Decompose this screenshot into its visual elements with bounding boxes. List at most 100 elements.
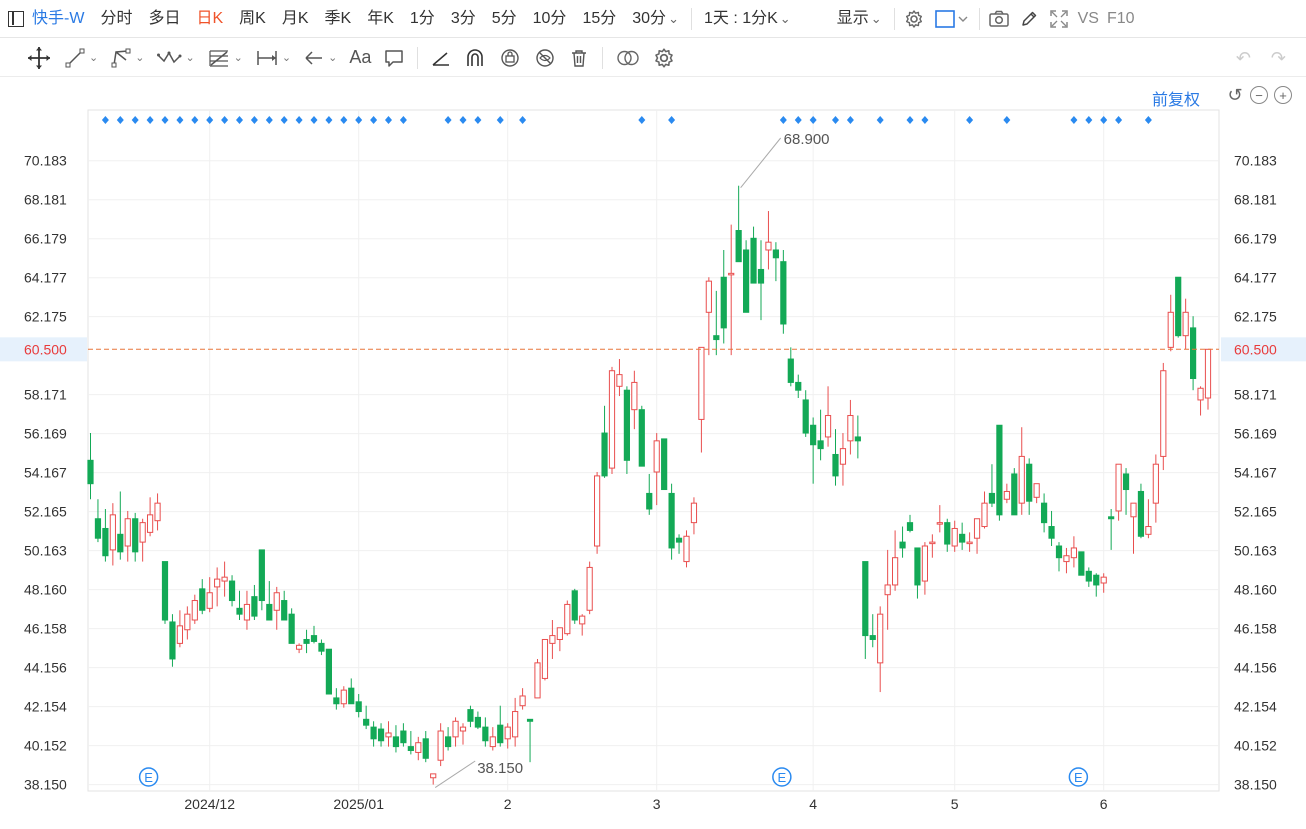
candle-body-down	[1011, 473, 1018, 516]
period-intraday[interactable]: 分时	[92, 0, 140, 38]
y-tick-label-left: 56.169	[24, 426, 67, 442]
y-tick-label-right: 48.160	[1234, 582, 1277, 598]
period-season-k[interactable]: 季K	[317, 0, 360, 38]
signal-marker-icon	[161, 116, 169, 124]
candle-body-down	[1055, 545, 1063, 559]
candle-body-down	[638, 409, 645, 467]
undo-icon[interactable]: ↶	[1236, 48, 1251, 69]
candle-body-up	[594, 475, 601, 547]
x-tick-label: 4	[809, 796, 817, 812]
signal-marker-icon	[496, 116, 504, 124]
period-day-k[interactable]: 日K	[188, 0, 231, 38]
signal-marker-icon	[399, 116, 407, 124]
candle-body-down	[94, 518, 102, 539]
polyline-tool-icon[interactable]: ⌄	[104, 39, 150, 77]
y-tick-label-left: 40.152	[24, 738, 67, 754]
period-5min[interactable]: 5分	[484, 0, 525, 38]
period-week-k[interactable]: 周K	[231, 0, 274, 38]
candle-body-up	[586, 566, 593, 611]
period-multi-day[interactable]: 多日	[140, 0, 188, 38]
candle-body-down	[795, 381, 802, 391]
signal-marker-icon	[206, 116, 214, 124]
comment-tool-icon[interactable]	[377, 39, 411, 77]
y-tick-label-left: 52.165	[24, 504, 67, 520]
period-month-k[interactable]: 月K	[274, 0, 317, 38]
candle-body-down	[735, 230, 742, 263]
candle-body-down	[720, 276, 727, 329]
divider	[417, 46, 419, 69]
period-10min[interactable]: 10分	[525, 0, 575, 38]
fullscreen-icon[interactable]	[1044, 0, 1074, 38]
wave-tool-icon[interactable]: ⌄	[150, 39, 200, 77]
candle-body-up	[1160, 370, 1167, 457]
period-1min[interactable]: 1分	[402, 0, 443, 38]
y-tick-label-left: 50.163	[24, 543, 67, 559]
candle-body-up	[951, 527, 958, 547]
candle-body-down	[757, 268, 765, 284]
candle-body-down	[199, 588, 206, 611]
candle-body-up	[1115, 463, 1122, 512]
period-3min[interactable]: 3分	[443, 0, 484, 38]
range-measure-tool-icon[interactable]: ⌄	[249, 39, 297, 77]
fibonacci-tool-icon[interactable]: ⌄	[201, 39, 249, 77]
candle-body-down	[348, 687, 355, 705]
angle-tool-icon[interactable]	[424, 39, 458, 77]
candle-body-down	[802, 399, 809, 434]
panel-toggle-icon[interactable]	[8, 10, 24, 27]
line-tool-icon[interactable]: ⌄	[58, 39, 104, 77]
compare-overlay-icon[interactable]	[609, 39, 647, 77]
signal-marker-icon	[340, 116, 348, 124]
candle-body-up	[847, 415, 854, 442]
pencil-icon[interactable]	[1014, 0, 1044, 38]
y-tick-label-right: 38.150	[1234, 777, 1277, 793]
settings-gear-icon[interactable]	[899, 0, 929, 38]
delete-drawings-icon[interactable]	[562, 39, 596, 77]
stock-title[interactable]: 快手-W	[28, 0, 92, 38]
signal-marker-icon	[265, 116, 273, 124]
redo-icon[interactable]: ↷	[1271, 48, 1286, 69]
period-year-k[interactable]: 年K	[359, 0, 402, 38]
candle-body-up	[1152, 463, 1159, 504]
candle-body-up	[973, 518, 981, 539]
signal-marker-icon	[876, 116, 884, 124]
hide-drawings-icon[interactable]	[528, 39, 562, 77]
lock-drawings-icon[interactable]	[492, 39, 528, 77]
signal-marker-icon	[176, 116, 184, 124]
candle-body-up	[512, 711, 519, 738]
period-15min[interactable]: 15分	[574, 0, 624, 38]
layout-square-icon[interactable]	[929, 0, 975, 38]
compare-vs-button[interactable]: VS	[1074, 0, 1103, 38]
low-annotation-label: 38.150	[477, 760, 523, 777]
candle-body-down	[303, 638, 310, 644]
candle-body-up	[109, 514, 116, 551]
candle-body-up	[1197, 387, 1204, 401]
x-tick-label: 3	[653, 796, 661, 812]
candle-body-down	[161, 561, 169, 621]
candle-body-down	[810, 424, 817, 446]
signal-marker-icon	[779, 116, 787, 124]
candle-body-up	[452, 720, 459, 738]
candlestick-chart[interactable]: 70.183 70.183 68.181 68.181 66.179 66.179 64.1…	[0, 78, 1306, 829]
divider	[602, 46, 604, 69]
f10-button[interactable]: F10	[1103, 0, 1139, 38]
display-dropdown[interactable]: 显示	[829, 0, 890, 38]
candle-body-up	[877, 613, 884, 664]
candle-body-up	[966, 541, 973, 545]
range-dropdown[interactable]: 1天 : 1分K	[696, 0, 799, 38]
move-tool-icon[interactable]	[20, 39, 58, 77]
camera-icon[interactable]	[984, 0, 1014, 38]
candle-body-down	[899, 541, 906, 549]
signal-marker-icon	[325, 116, 333, 124]
signal-marker-icon	[794, 116, 802, 124]
drawing-settings-icon[interactable]	[647, 39, 681, 77]
candle-body-up	[139, 522, 146, 543]
candle-body-up	[579, 615, 586, 625]
candle-body-up	[191, 600, 198, 621]
current-price-tag-right: 60.500	[1234, 341, 1277, 357]
text-tool-icon[interactable]: Aa	[343, 39, 377, 77]
candle-body-down	[959, 533, 966, 543]
arrow-tool-icon[interactable]: ⌄	[297, 39, 343, 77]
signal-marker-icon	[310, 116, 318, 124]
magnet-icon[interactable]	[458, 39, 492, 77]
period-more-dropdown[interactable]: 30分	[624, 0, 687, 38]
